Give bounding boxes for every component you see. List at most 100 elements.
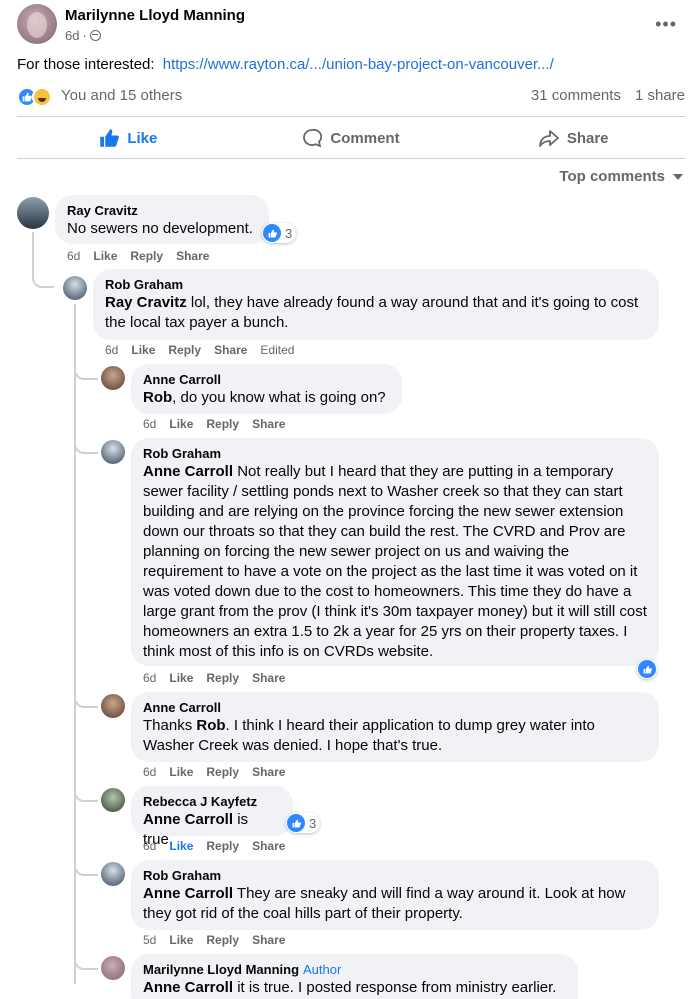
comment-share-button[interactable]: Share xyxy=(252,671,285,685)
comment-author[interactable]: Rebecca J Kayfetz xyxy=(143,794,281,810)
comment-author[interactable]: Rob Graham xyxy=(105,277,647,293)
chevron-down-icon xyxy=(673,173,683,180)
mention[interactable]: Ray Cravitz xyxy=(105,294,187,311)
avatar[interactable] xyxy=(101,956,125,980)
avatar[interactable] xyxy=(17,197,49,229)
comment-bubble: Rob Graham Ray Cravitz lol, they have al… xyxy=(93,269,659,340)
comment-like-button[interactable]: Like xyxy=(131,343,155,357)
post-meta: 6d · xyxy=(65,28,101,43)
comment-like-button[interactable]: Like xyxy=(169,671,193,685)
post-body: For those interested: https://www.rayton… xyxy=(17,56,554,73)
comment-like-button[interactable]: Like xyxy=(169,933,193,947)
like-reaction-icon xyxy=(638,660,656,678)
comment-reactions[interactable] xyxy=(637,659,657,679)
share-label: Share xyxy=(566,129,609,147)
comment-author[interactable]: Marilynne Lloyd Manning Author xyxy=(143,962,566,978)
comment-like-button[interactable]: Like xyxy=(169,765,193,779)
comment-reply-button[interactable]: Reply xyxy=(168,343,201,357)
comment-time[interactable]: 6d xyxy=(105,343,118,357)
mention[interactable]: Anne Carroll xyxy=(143,811,233,828)
comment-share-button[interactable]: Share xyxy=(252,839,285,853)
thread-line xyxy=(74,304,76,984)
comment-share-button[interactable]: Share xyxy=(252,765,285,779)
comment-reply-button[interactable]: Reply xyxy=(206,765,239,779)
mention[interactable]: Anne Carroll xyxy=(143,979,233,996)
avatar[interactable] xyxy=(101,440,125,464)
more-options-icon[interactable]: ••• xyxy=(655,14,677,35)
comment-author[interactable]: Rob Graham xyxy=(143,868,647,884)
comment-time[interactable]: 6d xyxy=(67,249,80,263)
comment-bubble: Marilynne Lloyd Manning Author Anne Carro… xyxy=(131,954,578,999)
like-reaction-icon xyxy=(263,224,281,242)
post-link[interactable]: https://www.rayton.ca/.../union-bay-proj… xyxy=(163,56,554,73)
comment-reply-button[interactable]: Reply xyxy=(206,417,239,431)
comment-like-button[interactable]: Like xyxy=(93,249,117,263)
comment-like-button[interactable]: Like xyxy=(169,839,193,853)
comment-text: Ray Cravitz lol, they have already found… xyxy=(105,294,639,331)
comment-text: Rob, do you know what is going on? xyxy=(143,389,386,406)
meta-separator: · xyxy=(82,28,87,43)
comment-reactions[interactable]: 3 xyxy=(262,223,297,243)
comment-author[interactable]: Ray Cravitz xyxy=(67,203,257,219)
comment-text: Anne Carroll it is true. I posted respon… xyxy=(143,979,557,996)
sort-comments-dropdown[interactable]: Top comments xyxy=(559,168,683,185)
like-reaction-icon xyxy=(287,814,305,832)
thread-connector xyxy=(74,790,98,802)
share-button[interactable]: Share xyxy=(462,118,685,158)
avatar[interactable] xyxy=(101,862,125,886)
comment-icon xyxy=(303,128,323,148)
comment-time[interactable]: 5d xyxy=(143,933,156,947)
post-actions: Like Comment Share xyxy=(17,118,685,158)
comment-time[interactable]: 6d xyxy=(143,671,156,685)
comment-time[interactable]: 6d xyxy=(143,417,156,431)
author-avatar[interactable] xyxy=(17,4,57,44)
like-icon xyxy=(100,129,120,147)
comment-bubble: Anne Carroll Thanks Rob. I think I heard… xyxy=(131,692,659,762)
comment-time[interactable]: 6d xyxy=(143,765,156,779)
divider xyxy=(17,158,685,159)
comment-text: Anne Carroll They are sneaky and will fi… xyxy=(143,885,626,922)
comment-label: Comment xyxy=(330,129,400,147)
avatar[interactable] xyxy=(63,276,87,300)
avatar[interactable] xyxy=(101,788,125,812)
reaction-summary[interactable]: You and 15 others xyxy=(61,87,182,104)
comment-reply-button[interactable]: Reply xyxy=(206,933,239,947)
comment-author[interactable]: Anne Carroll xyxy=(143,372,390,388)
edited-label: Edited xyxy=(260,343,295,357)
post-stats: 31 comments 1 share xyxy=(531,87,685,104)
avatar[interactable] xyxy=(101,694,125,718)
comment-reply-button[interactable]: Reply xyxy=(206,839,239,853)
mention[interactable]: Anne Carroll xyxy=(143,463,233,480)
post-time[interactable]: 6d xyxy=(65,28,79,43)
comment-button[interactable]: Comment xyxy=(240,118,463,158)
comment-reply-button[interactable]: Reply xyxy=(130,249,163,263)
shares-count[interactable]: 1 share xyxy=(635,87,685,104)
comment-actions: 6d Like Reply Share xyxy=(143,417,285,431)
comment-share-button[interactable]: Share xyxy=(252,417,285,431)
comment-author[interactable]: Anne Carroll xyxy=(143,700,647,716)
comment-share-button[interactable]: Share xyxy=(252,933,285,947)
mention[interactable]: Anne Carroll xyxy=(143,885,233,902)
comment-like-button[interactable]: Like xyxy=(169,417,193,431)
reaction-icons[interactable] xyxy=(17,87,52,107)
comments-count[interactable]: 31 comments xyxy=(531,87,621,104)
comment-actions: 5d Like Reply Share xyxy=(143,933,285,947)
comment-author[interactable]: Rob Graham xyxy=(143,446,647,462)
like-button[interactable]: Like xyxy=(17,118,240,158)
post-author-name[interactable]: Marilynne Lloyd Manning xyxy=(65,7,245,24)
comment-reactions[interactable]: 3 xyxy=(286,813,321,833)
share-icon xyxy=(538,130,559,147)
thread-connector xyxy=(74,442,98,454)
mention[interactable]: Rob xyxy=(196,717,225,734)
mention[interactable]: Rob xyxy=(143,389,172,406)
avatar[interactable] xyxy=(101,366,125,390)
haha-reaction-icon xyxy=(32,87,52,107)
divider xyxy=(17,116,685,117)
comment-text: Anne Carroll Not really but I heard that… xyxy=(143,463,647,660)
comment-share-button[interactable]: Share xyxy=(214,343,247,357)
comment-reply-button[interactable]: Reply xyxy=(206,671,239,685)
comment-text: Thanks Rob. I think I heard their applic… xyxy=(143,717,595,754)
thread-connector xyxy=(32,270,54,288)
comment-time[interactable]: 6d xyxy=(143,839,156,853)
comment-share-button[interactable]: Share xyxy=(176,249,209,263)
